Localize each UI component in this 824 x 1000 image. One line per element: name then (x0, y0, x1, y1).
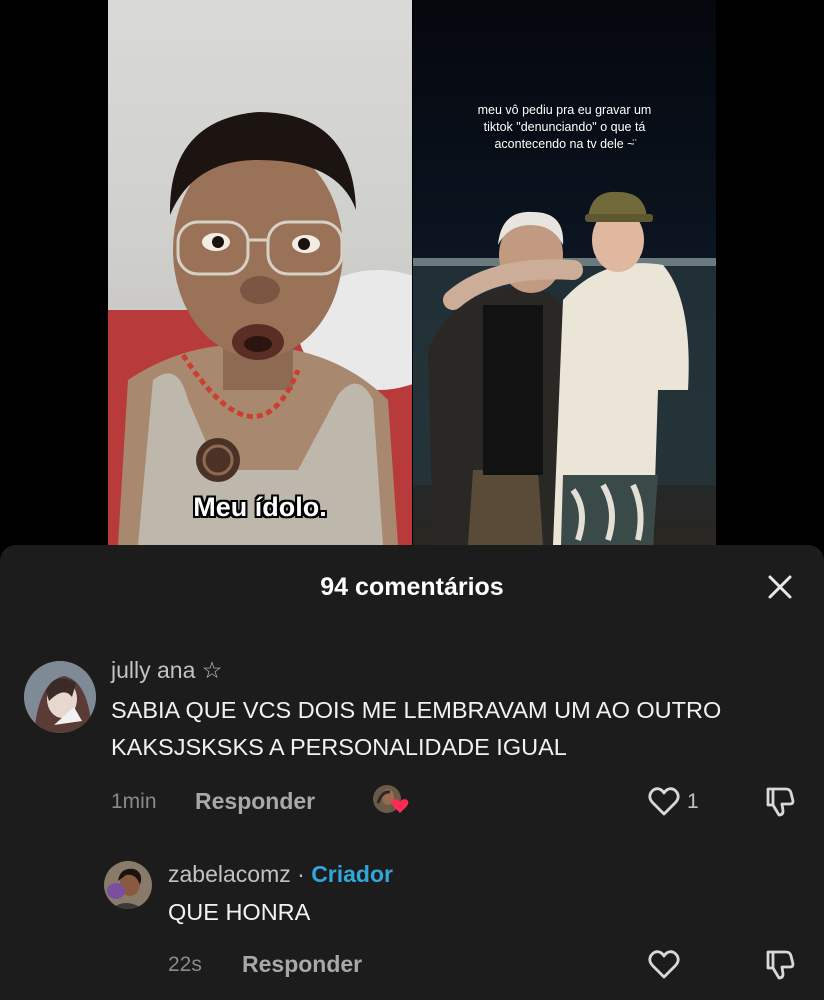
like-button[interactable] (646, 783, 682, 819)
video-player[interactable]: Meu ídolo. meu vô pediu pra eu gravar um… (0, 0, 824, 545)
comments-count-title: 94 comentários (320, 573, 504, 601)
video-left-panel: Meu ídolo. (108, 0, 412, 545)
username-separator: · (297, 861, 305, 887)
video-subtitle: Meu ídolo. (193, 492, 327, 522)
creator-liked-badge (372, 783, 410, 817)
thumbs-down-icon (766, 787, 795, 817)
avatar[interactable] (24, 661, 96, 733)
comment-text-line: QUE HONRA (168, 899, 311, 925)
dislike-button[interactable] (762, 783, 798, 819)
close-icon (768, 575, 792, 599)
comment-username[interactable]: zabelacomz (168, 861, 291, 887)
dislike-button[interactable] (762, 946, 798, 982)
close-button[interactable] (760, 567, 800, 607)
heart-icon (648, 787, 680, 816)
like-button[interactable] (646, 946, 682, 982)
comments-sheet: 94 comentários jully ana ☆ SABIA QUE VCS… (0, 545, 824, 1000)
like-count: 1 (687, 790, 699, 813)
heart-icon (648, 950, 680, 979)
avatar[interactable] (104, 861, 152, 909)
comment-username-row: zabelacomz · Criador (168, 861, 393, 888)
reply-button[interactable]: Responder (195, 788, 315, 815)
thumbs-down-icon (766, 950, 795, 980)
comment-timestamp: 22s (168, 953, 202, 976)
creator-avatar-heart-icon (373, 785, 409, 813)
reply-button[interactable]: Responder (242, 951, 362, 978)
creator-badge: Criador (311, 861, 393, 887)
grandfather-grandson-image (413, 191, 716, 545)
woman-reaction-image (108, 112, 412, 545)
video-right-panel: meu vô pediu pra eu gravar um tiktok "de… (413, 0, 716, 545)
comment-username[interactable]: jully ana ☆ (111, 657, 222, 684)
comment-timestamp: 1min (111, 790, 157, 813)
video-caption: meu vô pediu pra eu gravar um tiktok "de… (477, 103, 652, 151)
comment-text-line: SABIA QUE VCS DOIS ME LEMBRAVAM UM AO OU… (111, 697, 722, 723)
comment-text-line: KAKSJSKSKS A PERSONALIDADE IGUAL (111, 734, 567, 760)
